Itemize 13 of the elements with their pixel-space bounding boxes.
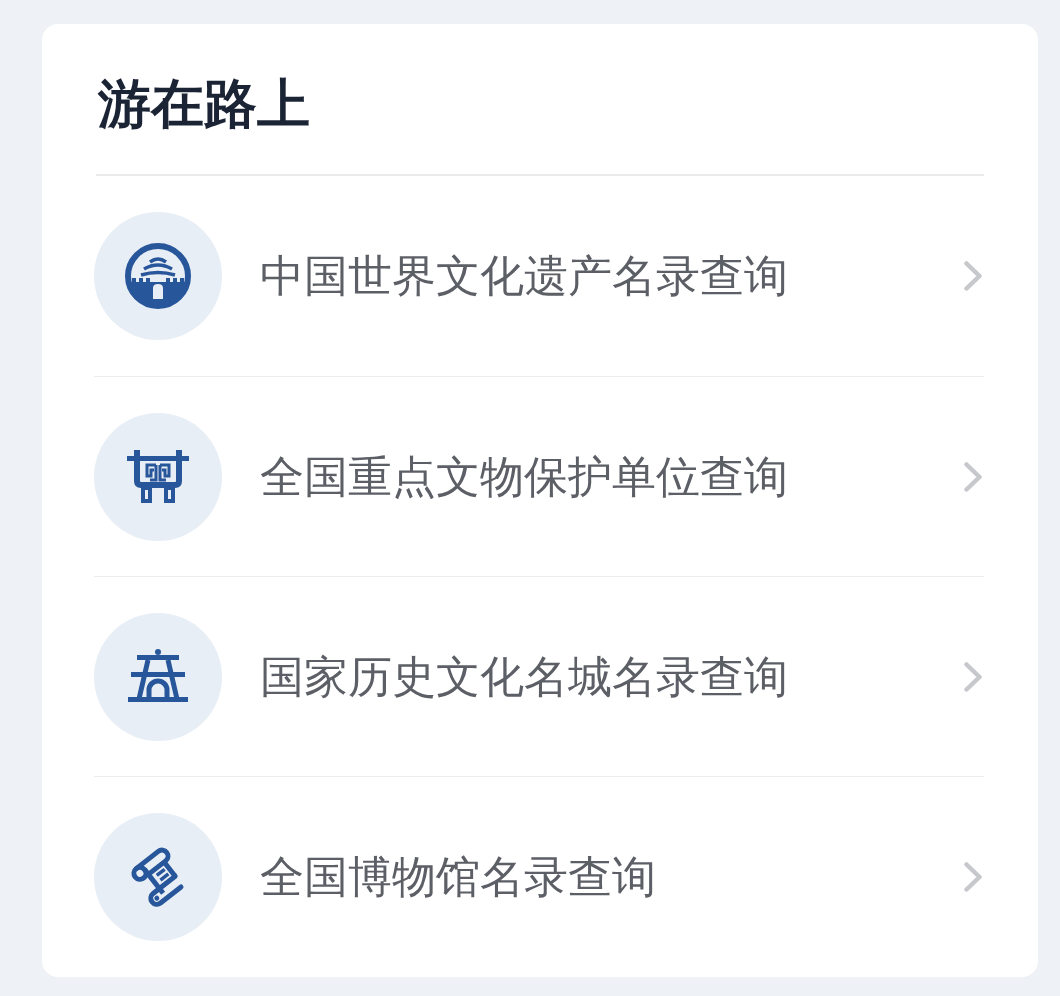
chevron-right-icon — [964, 261, 982, 291]
gate-tower-icon — [94, 612, 222, 741]
chevron-right-icon — [964, 461, 982, 492]
menu-item-link[interactable]: 中国世界文化遗产名录查询 — [260, 248, 964, 304]
pavilion-wall-icon — [94, 212, 222, 340]
chevron-right-icon — [964, 861, 982, 892]
scroll-icon — [94, 812, 222, 941]
menu-item-link[interactable]: 全国博物馆名录查询 — [260, 848, 964, 905]
chevron-right-icon — [964, 661, 982, 692]
menu-item-link[interactable]: 国家历史文化名城名录查询 — [260, 648, 964, 705]
section-title: 游在路上 — [98, 73, 311, 135]
menu-item-link[interactable]: 全国重点文物保护单位查询 — [260, 448, 964, 505]
bronze-vessel-icon — [94, 412, 222, 541]
